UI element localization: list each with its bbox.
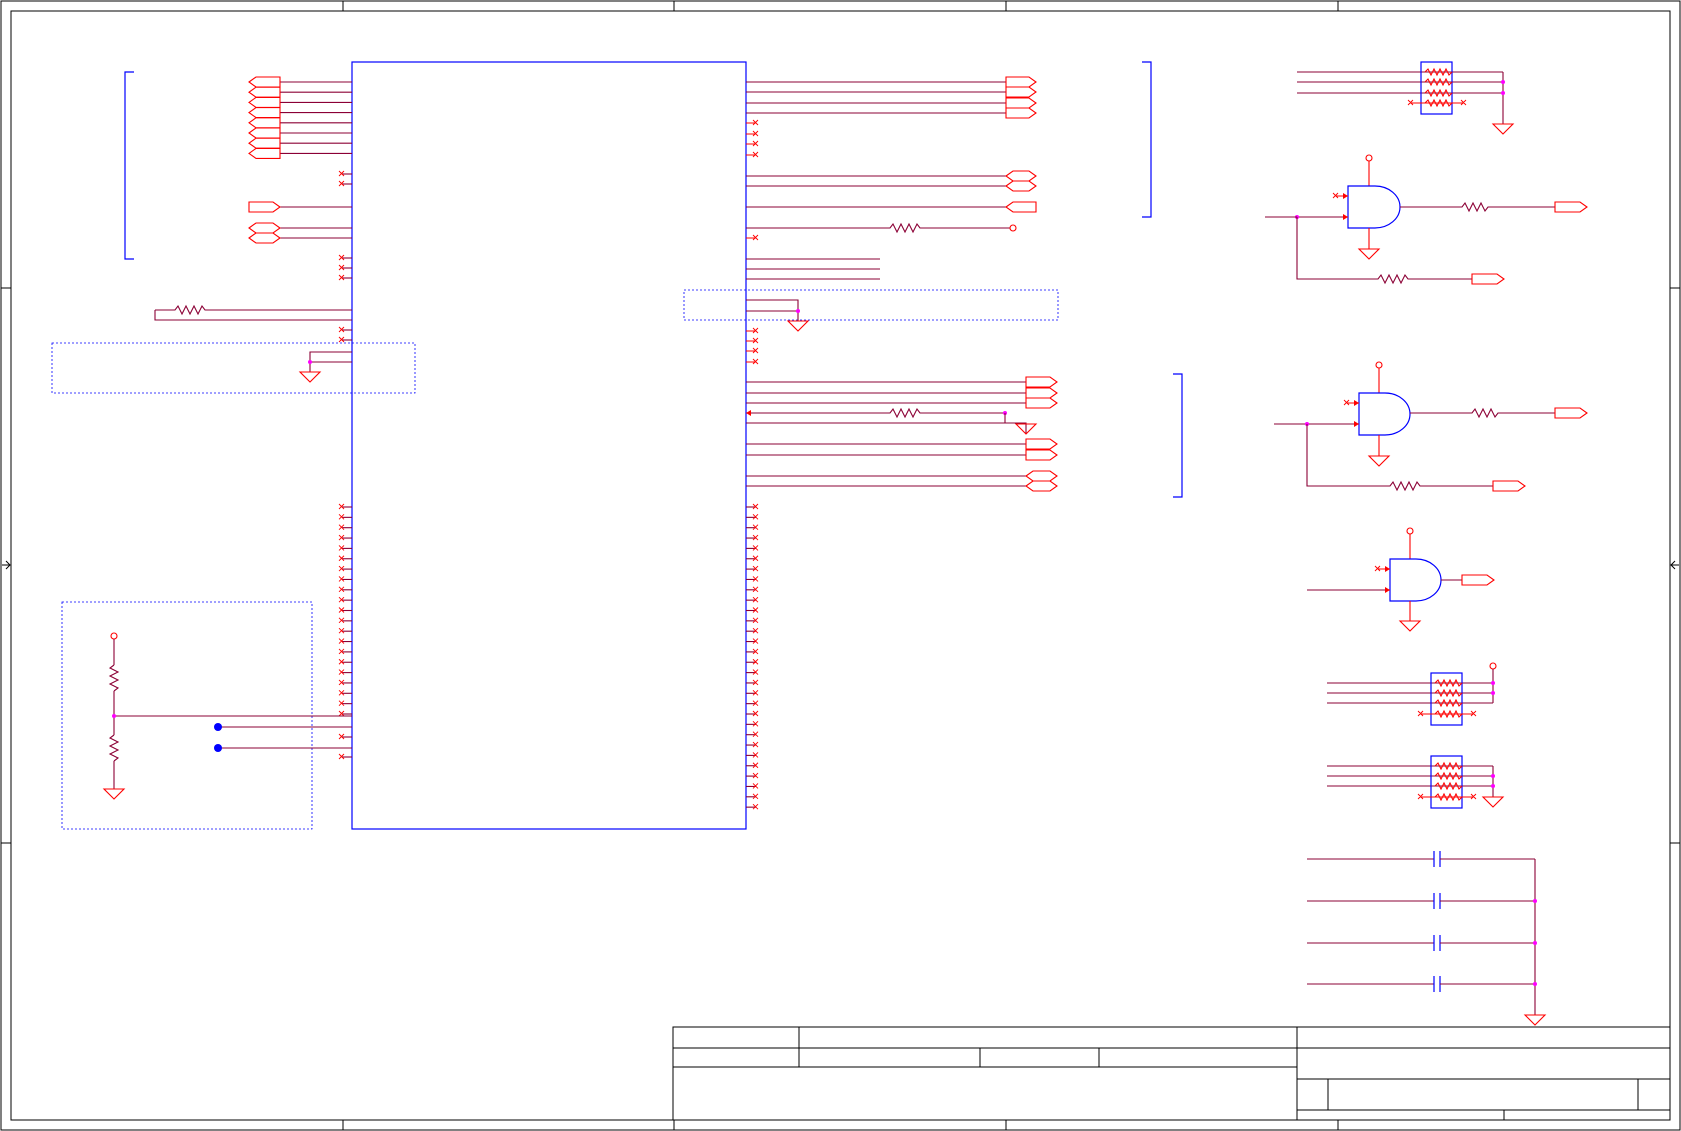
- schematic-sheet: [0, 0, 1681, 1131]
- main-ic-right-nc-stack: [746, 503, 759, 810]
- left-single-port: [248, 201, 352, 213]
- main-ic-u1: [351, 61, 747, 830]
- right-series-resistor-2: [746, 407, 1038, 435]
- left-port: [248, 76, 281, 88]
- resistor-pack-rn1: [1297, 61, 1515, 135]
- right-bidir-ports-1: [746, 170, 1037, 213]
- right-port-group-2: [746, 376, 1058, 409]
- left-port: [248, 147, 281, 159]
- main-ic-left-pins: [338, 170, 352, 760]
- and-gate-u4: [1307, 527, 1495, 632]
- right-port-group-3: [746, 438, 1058, 492]
- right-port-group-1: [746, 76, 1037, 119]
- resistor-pack-rn3: [1327, 755, 1505, 809]
- and-gate-u3: [1274, 361, 1588, 492]
- left-pullup-resistor: [154, 304, 352, 321]
- voltage-divider-box: [61, 601, 352, 830]
- left-port: [248, 107, 281, 119]
- left-port: [248, 86, 281, 98]
- right-series-resistor-1: [746, 222, 1017, 234]
- title-block: [672, 1026, 1671, 1121]
- main-ic-left-nc-stack: [338, 503, 352, 717]
- right-nc-pins-upper: [746, 119, 759, 365]
- left-port: [248, 117, 281, 129]
- and-gate-u2: [1265, 154, 1588, 285]
- right-config-box: [683, 289, 1059, 332]
- resistor-pack-rn2: [1327, 662, 1497, 726]
- left-port: [248, 127, 281, 139]
- left-bus-bracket: [124, 71, 134, 260]
- sheet-frame: [0, 0, 1681, 1131]
- right-short-nets: [746, 258, 880, 280]
- left-port-group-1: [248, 76, 352, 159]
- left-port: [248, 96, 281, 108]
- right-bus-bracket-1: [1142, 61, 1152, 218]
- left-port: [248, 137, 281, 149]
- left-bidir-ports: [248, 222, 352, 244]
- left-config-box: [51, 342, 416, 394]
- right-bus-bracket-2: [1173, 373, 1183, 498]
- decoupling-capacitors: [1307, 851, 1547, 1026]
